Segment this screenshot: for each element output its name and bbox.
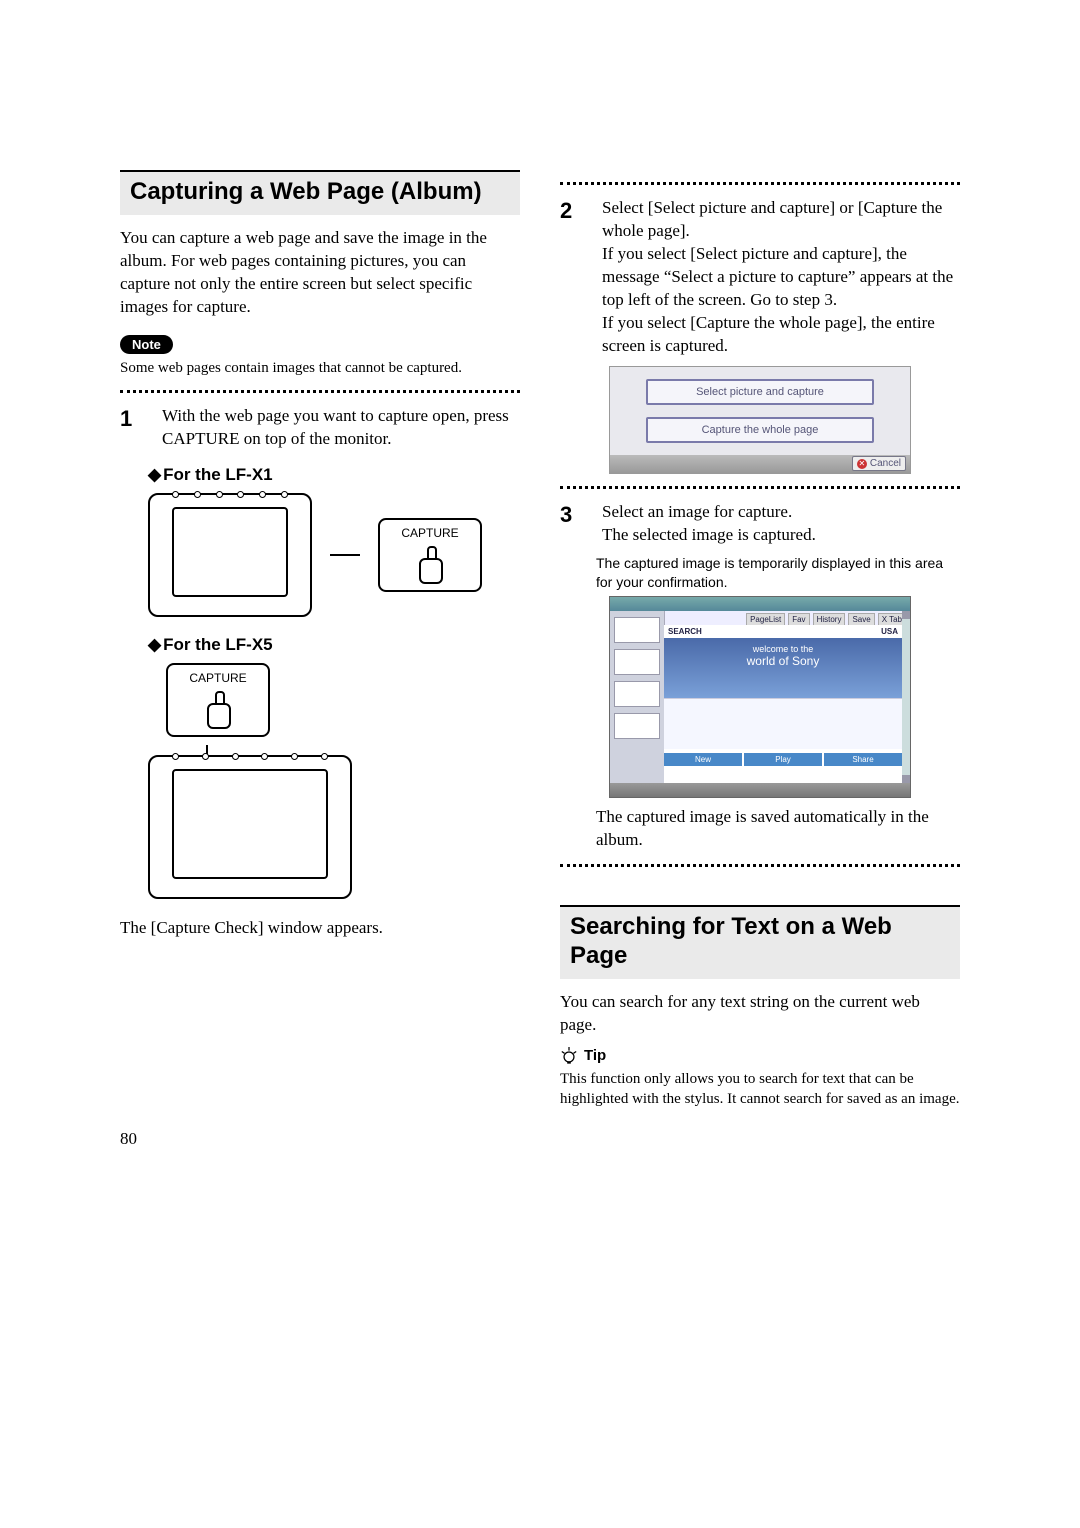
option-select-picture[interactable]: Select picture and capture <box>646 379 874 405</box>
step-number: 1 <box>120 405 146 451</box>
capture-dialog: Select picture and capture Capture the w… <box>609 366 911 474</box>
divider-dots <box>560 864 960 867</box>
step-3-result: The captured image is saved automaticall… <box>596 806 960 852</box>
tip-text: This function only allows you to search … <box>560 1069 960 1110</box>
section-header-capture: Capturing a Web Page (Album) <box>120 170 520 215</box>
right-column: 2 Select [Select picture and capture] or… <box>560 170 960 1119</box>
section-intro: You can capture a web page and save the … <box>120 227 520 319</box>
page: Capturing a Web Page (Album) You can cap… <box>120 0 960 1179</box>
capture-check-text: The [Capture Check] window appears. <box>120 917 520 940</box>
screenshot-caption: The captured image is temporarily displa… <box>596 554 960 592</box>
capture-button-lfx5[interactable]: CAPTURE <box>166 663 270 737</box>
left-column: Capturing a Web Page (Album) You can cap… <box>120 170 520 1119</box>
cancel-label: Cancel <box>870 458 901 469</box>
step-3: 3 Select an image for capture. The selec… <box>560 501 960 547</box>
step-3-text: Select an image for capture. The selecte… <box>602 501 960 547</box>
section-title: Searching for Text on a Web Page <box>570 913 950 971</box>
diagram-lfx5: CAPTURE <box>148 663 520 899</box>
tip-row: Tip <box>560 1047 960 1065</box>
step-1: 1 With the web page you want to capture … <box>120 405 520 451</box>
hand-icon <box>205 691 231 727</box>
browser-screenshot: PageList Fav History Save X Tab SEARCH U… <box>609 596 911 798</box>
leader-line <box>330 554 360 556</box>
step-2: 2 Select [Select picture and capture] or… <box>560 197 960 358</box>
divider-dots <box>560 182 960 185</box>
tip-label: Tip <box>584 1047 606 1064</box>
tip-icon <box>560 1047 578 1065</box>
device-lfx1 <box>148 493 312 617</box>
scrollbar[interactable] <box>902 611 910 783</box>
capture-label: CAPTURE <box>401 526 458 540</box>
divider-dots <box>560 486 960 489</box>
section-title: Capturing a Web Page (Album) <box>130 178 510 207</box>
step-1-text: With the web page you want to capture op… <box>162 405 520 451</box>
subhead-lfx1: For the LF-X1 <box>148 465 520 485</box>
note-text: Some web pages contain images that canno… <box>120 358 520 378</box>
capture-sidebar <box>610 611 665 783</box>
step-number: 2 <box>560 197 586 358</box>
close-icon: ✕ <box>857 459 867 469</box>
divider-dots <box>120 390 520 393</box>
section-header-search: Searching for Text on a Web Page <box>560 905 960 979</box>
option-capture-page[interactable]: Capture the whole page <box>646 417 874 443</box>
capture-button-lfx1[interactable]: CAPTURE <box>378 518 482 592</box>
device-lfx5 <box>148 755 352 899</box>
subhead-lfx5: For the LF-X5 <box>148 635 520 655</box>
capture-label: CAPTURE <box>189 671 246 685</box>
step-2-text: Select [Select picture and capture] or [… <box>602 197 960 358</box>
note-badge: Note <box>120 335 173 354</box>
page-number: 80 <box>120 1129 137 1149</box>
cancel-button[interactable]: ✕ Cancel <box>852 456 906 471</box>
section2-intro: You can search for any text string on th… <box>560 991 960 1037</box>
diagram-lfx1: CAPTURE <box>148 493 520 617</box>
hand-icon <box>417 546 443 582</box>
step-number: 3 <box>560 501 586 547</box>
